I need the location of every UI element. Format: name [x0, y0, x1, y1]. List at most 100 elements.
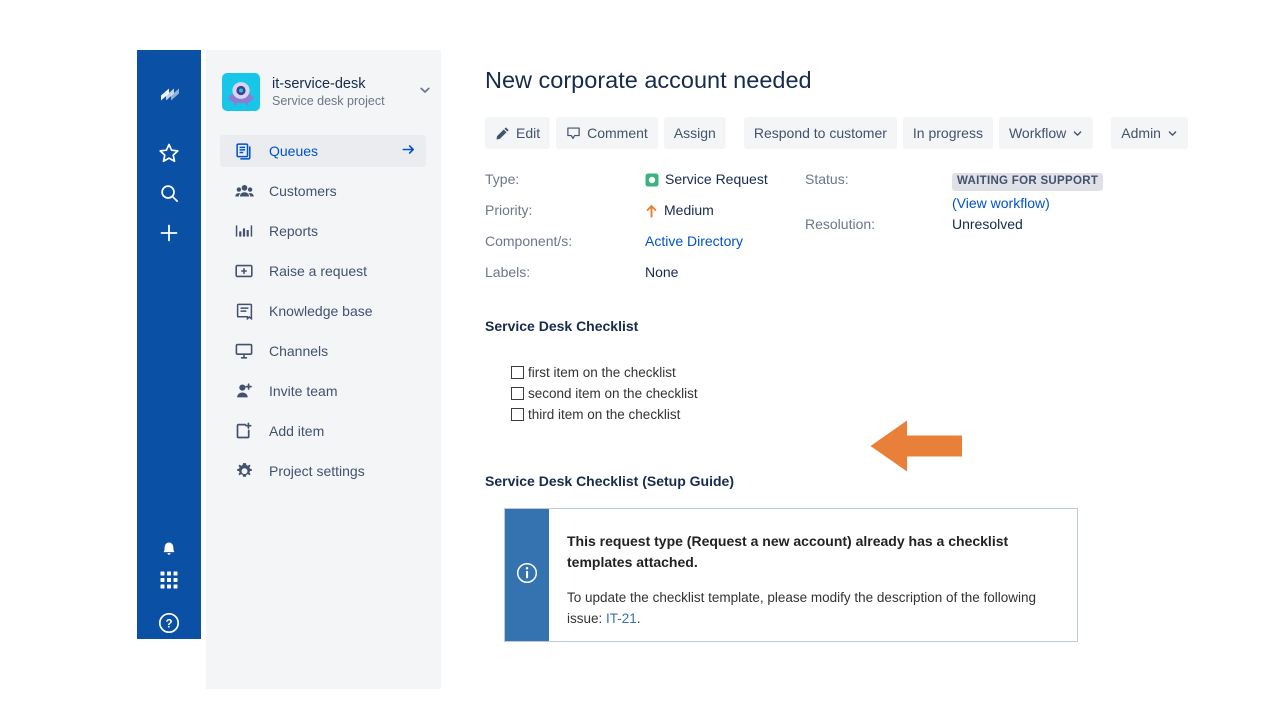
sidebar-item-label: Project settings [269, 463, 365, 479]
page-title: New corporate account needed [485, 67, 812, 93]
checklist-item-label: first item on the checklist [528, 365, 676, 380]
service-request-icon [645, 173, 659, 187]
field-components: Component/s: Active Directory [485, 232, 805, 263]
sidebar-item-label: Reports [269, 223, 319, 239]
sidebar-item-channels[interactable]: Channels [220, 335, 426, 367]
search-icon[interactable] [137, 178, 201, 208]
button-label: Respond to customer [753, 125, 887, 141]
reports-bar-chart-icon [233, 220, 255, 242]
button-label: Workflow [1008, 125, 1067, 141]
assign-button[interactable]: Assign [663, 117, 726, 149]
sidebar-item-label: Raise a request [269, 263, 368, 279]
raise-request-icon [233, 260, 255, 282]
svg-text:?: ? [165, 619, 172, 631]
field-label: Resolution: [805, 216, 876, 232]
checklist-item[interactable]: first item on the checklist [511, 362, 698, 383]
sidebar-item-label: Add item [269, 423, 325, 439]
queues-icon [233, 140, 255, 162]
field-value-text: Service Request [665, 171, 768, 187]
pencil-icon [495, 126, 510, 141]
sidebar-item-customers[interactable]: Customers [220, 175, 426, 207]
sidebar-item-knowledge-base[interactable]: Knowledge base [220, 295, 426, 327]
app-switcher-grid-icon[interactable] [137, 565, 201, 595]
button-label: Comment [587, 125, 648, 141]
field-value: None [645, 264, 679, 280]
sidebar-item-label: Channels [269, 343, 329, 359]
sidebar-nav: Queues Customers Reports Raise a request… [220, 135, 426, 495]
sidebar-item-label: Invite team [269, 383, 338, 399]
info-circle-icon [516, 562, 538, 589]
global-nav-rail: ? [137, 50, 201, 639]
checklist-item[interactable]: second item on the checklist [511, 383, 698, 404]
project-switcher[interactable]: it-service-desk Service desk project [222, 68, 432, 116]
button-label: In progress [912, 125, 983, 141]
star-icon[interactable] [137, 138, 201, 168]
gear-icon [233, 460, 255, 482]
button-label: Edit [516, 125, 541, 141]
info-panel-accent-bar [505, 509, 549, 641]
jira-logo-icon[interactable] [137, 78, 201, 110]
jira-service-desk-app: ? it-service-desk Service desk project Q… [137, 50, 1280, 720]
orange-left-arrow-annotation [870, 420, 962, 477]
field-label: Type: [485, 171, 520, 187]
priority-medium-icon [645, 204, 658, 218]
field-label: Priority: [485, 202, 533, 218]
sidebar-item-reports[interactable]: Reports [220, 215, 426, 247]
channels-monitor-icon [233, 340, 255, 362]
checklist-item[interactable]: third item on the checklist [511, 404, 698, 425]
info-panel-body: This request type (Request a new account… [549, 509, 1077, 641]
customers-icon [233, 180, 255, 202]
status-badge: WAITING FOR SUPPORT [952, 173, 1104, 191]
notifications-bell-icon[interactable] [137, 533, 201, 563]
field-status: Status: WAITING FOR SUPPORT (View workfl… [805, 170, 1125, 215]
issue-toolbar: Edit Comment Assign Respond to customer … [485, 117, 1194, 149]
checklist-item-label: third item on the checklist [528, 407, 681, 422]
issue-fields-left: Type: Service Request Priority: Medium C… [485, 170, 805, 294]
knowledge-base-icon [233, 300, 255, 322]
checklist-heading: Service Desk Checklist [485, 318, 639, 334]
sidebar-item-project-settings[interactable]: Project settings [220, 455, 426, 487]
issue-fields-right: Status: WAITING FOR SUPPORT (View workfl… [805, 170, 1125, 246]
field-value-text: Medium [664, 202, 714, 218]
field-value-link[interactable]: Active Directory [645, 232, 743, 251]
checklist-item-label: second item on the checklist [528, 386, 698, 401]
checkbox-icon[interactable] [511, 408, 524, 421]
sidebar-item-raise-a-request[interactable]: Raise a request [220, 255, 426, 287]
info-panel: This request type (Request a new account… [504, 508, 1078, 642]
field-resolution: Resolution: Unresolved [805, 215, 1125, 246]
field-value: Service Request [645, 170, 768, 189]
respond-to-customer-button[interactable]: Respond to customer [743, 117, 897, 149]
sidebar-item-invite-team[interactable]: Invite team [220, 375, 426, 407]
sidebar-item-label: Queues [269, 143, 319, 159]
button-label: Assign [673, 125, 716, 141]
field-label: Labels: [485, 264, 531, 280]
checkbox-icon[interactable] [511, 366, 524, 379]
workflow-dropdown-button[interactable]: Workflow [998, 117, 1094, 149]
sidebar-item-label: Knowledge base [269, 303, 373, 319]
help-question-icon[interactable]: ? [137, 608, 201, 638]
project-type: Service desk project [272, 93, 385, 108]
admin-dropdown-button[interactable]: Admin [1111, 117, 1188, 149]
invite-team-icon [233, 380, 255, 402]
field-value: Medium [645, 201, 714, 220]
info-text-suffix: . [636, 611, 641, 626]
field-priority: Priority: Medium [485, 201, 805, 232]
view-workflow-link[interactable]: (View workflow) [952, 194, 1103, 213]
in-progress-button[interactable]: In progress [902, 117, 993, 149]
arrow-right-icon[interactable] [401, 142, 416, 160]
chevron-down-icon[interactable] [414, 83, 432, 102]
info-panel-title: This request type (Request a new account… [567, 533, 1009, 570]
plus-icon[interactable] [137, 218, 201, 248]
comment-bubble-icon [566, 126, 581, 141]
sidebar-item-add-item[interactable]: Add item [220, 415, 426, 447]
project-avatar [222, 73, 260, 111]
project-sidebar: it-service-desk Service desk project Que… [206, 50, 441, 689]
sidebar-item-queues[interactable]: Queues [220, 135, 426, 167]
project-name: it-service-desk [272, 75, 366, 92]
field-value: Unresolved [952, 216, 1023, 232]
edit-button[interactable]: Edit [485, 117, 551, 149]
issue-link-it-21[interactable]: IT-21 [606, 611, 637, 626]
sidebar-item-label: Customers [269, 183, 337, 199]
comment-button[interactable]: Comment [556, 117, 658, 149]
checkbox-icon[interactable] [511, 387, 524, 400]
